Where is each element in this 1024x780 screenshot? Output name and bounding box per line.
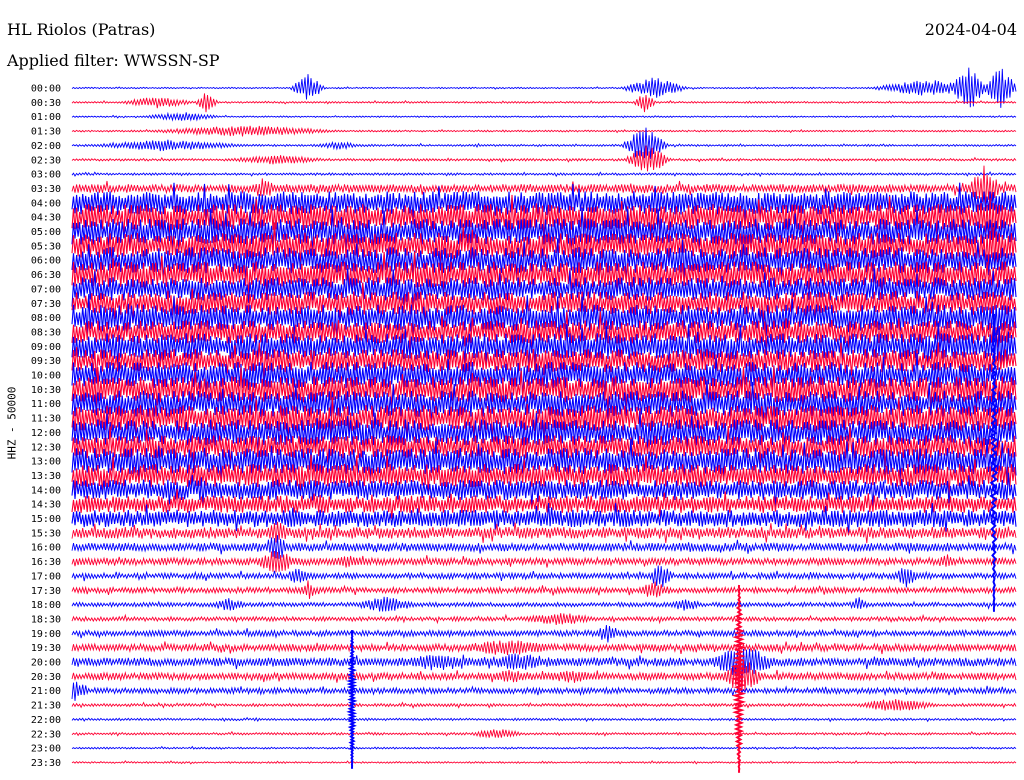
trace-row — [71, 613, 1017, 625]
row-time-label: 06:30 — [31, 270, 61, 281]
trace-row — [71, 145, 1017, 172]
row-time-label: 16:00 — [31, 543, 61, 554]
trace-row — [71, 716, 1017, 723]
trace-row — [71, 127, 1017, 160]
trace-row — [71, 521, 1017, 544]
row-time-label: 02:30 — [31, 155, 61, 166]
row-time-label: 11:00 — [31, 399, 61, 410]
row-time-label: 03:30 — [31, 184, 61, 195]
row-time-label: 15:00 — [31, 514, 61, 525]
row-time-label: 14:30 — [31, 500, 61, 511]
trace-row — [71, 472, 1017, 508]
row-time-label: 08:30 — [31, 327, 61, 338]
row-time-label: 02:00 — [31, 141, 61, 152]
trace-row — [71, 640, 1017, 655]
row-time-label: 11:30 — [31, 414, 61, 425]
row-time-label: 17:30 — [31, 586, 61, 597]
row-time-label: 07:00 — [31, 284, 61, 295]
trace-row — [71, 171, 1017, 178]
row-time-label: 19:30 — [31, 643, 61, 654]
row-time-label: 19:00 — [31, 629, 61, 640]
row-time-label: 22:30 — [31, 729, 61, 740]
trace-row — [71, 550, 1017, 573]
row-time-label: 03:00 — [31, 170, 61, 181]
row-time-label: 12:00 — [31, 428, 61, 439]
row-time-label: 13:30 — [31, 471, 61, 482]
row-time-label: 10:30 — [31, 385, 61, 396]
row-time-label: 23:00 — [31, 744, 61, 755]
row-label-layer: 00:00 00:30 01:00 01:30 02:00 02:30 03:00 03:30… — [31, 84, 61, 769]
row-time-label: 23:30 — [31, 758, 61, 769]
row-time-label: 07:30 — [31, 299, 61, 310]
trace-layer — [71, 67, 1017, 773]
row-time-label: 09:00 — [31, 342, 61, 353]
trace-row — [71, 111, 1017, 122]
row-time-label: 08:00 — [31, 313, 61, 324]
row-time-label: 05:00 — [31, 227, 61, 238]
row-time-label: 13:00 — [31, 457, 61, 468]
row-time-label: 04:00 — [31, 198, 61, 209]
trace-row — [71, 625, 1017, 643]
trace-row — [71, 681, 1017, 701]
trace-row — [71, 745, 1017, 751]
row-time-label: 20:00 — [31, 658, 61, 669]
trace-row — [71, 311, 1017, 353]
row-time-label: 10:00 — [31, 371, 61, 382]
row-time-label: 01:00 — [31, 112, 61, 123]
row-time-label: 01:30 — [31, 127, 61, 138]
row-time-label: 09:30 — [31, 356, 61, 367]
row-time-label: 16:30 — [31, 557, 61, 568]
row-time-label: 18:30 — [31, 614, 61, 625]
row-time-label: 21:00 — [31, 686, 61, 697]
row-time-label: 00:30 — [31, 98, 61, 109]
row-time-label: 17:00 — [31, 571, 61, 582]
row-time-label: 06:00 — [31, 256, 61, 267]
trace-row — [71, 698, 1017, 711]
row-time-label: 18:00 — [31, 600, 61, 611]
row-time-label: 20:30 — [31, 672, 61, 683]
trace-row — [71, 596, 1017, 612]
helicorder-plot: 00:00 00:30 01:00 01:30 02:00 02:30 03:00 03:30… — [31, 67, 1017, 773]
row-time-label: 04:30 — [31, 213, 61, 224]
trace-row — [71, 565, 1017, 588]
row-time-label: 14:00 — [31, 485, 61, 496]
row-time-label: 00:00 — [31, 84, 61, 95]
trace-row — [71, 294, 1017, 341]
row-time-label: 05:30 — [31, 241, 61, 252]
trace-row — [71, 93, 1017, 113]
trace-row — [71, 729, 1017, 739]
row-time-label: 22:00 — [31, 715, 61, 726]
row-time-label: 15:30 — [31, 528, 61, 539]
row-time-label: 21:30 — [31, 701, 61, 712]
trace-row — [71, 535, 1017, 559]
row-time-label: 12:30 — [31, 442, 61, 453]
trace-row — [71, 760, 1017, 765]
trace-row — [71, 125, 1017, 137]
trace-row — [71, 580, 1017, 599]
